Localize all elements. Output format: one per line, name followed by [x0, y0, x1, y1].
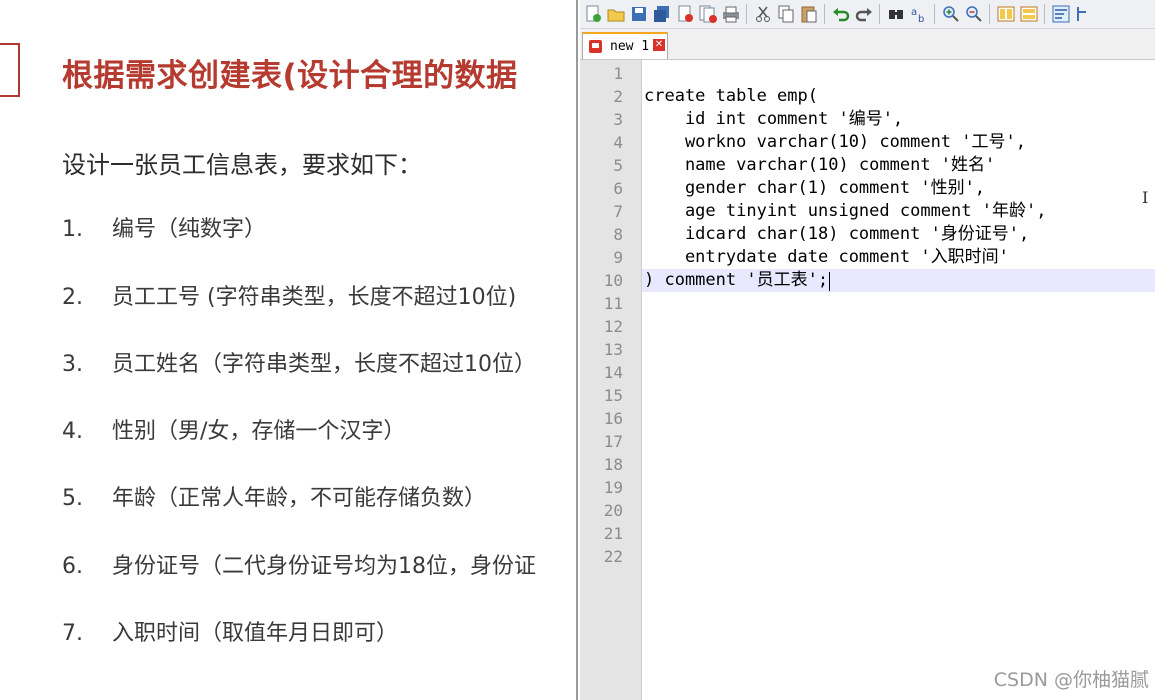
- line-number: 2: [613, 87, 623, 106]
- line-number: 11: [603, 294, 623, 313]
- line-number: 14: [603, 363, 623, 382]
- cut-icon[interactable]: [753, 4, 773, 24]
- document-tab-bar: new 1 ✕: [580, 29, 1155, 60]
- word-wrap-icon[interactable]: [1051, 4, 1071, 24]
- line-number: 4: [613, 133, 623, 152]
- requirement-text: 身份证号（二代身份证号均为18位，身份证: [112, 554, 536, 579]
- line-number: 20: [603, 501, 623, 520]
- svg-text:a: a: [911, 7, 917, 18]
- requirement-number: 7.: [62, 621, 83, 646]
- editor-toolbar: ab: [580, 0, 1155, 29]
- requirement-text: 性别（男/女，存储一个汉字）: [112, 419, 406, 444]
- requirement-text: 员工姓名（字符串类型，长度不超过10位）: [112, 352, 536, 377]
- sync-vertical-icon[interactable]: [996, 4, 1016, 24]
- line-number: 21: [603, 524, 623, 543]
- line-number: 19: [603, 478, 623, 497]
- lecture-slide: 根据需求创建表(设计合理的数据 设计一张员工信息表，要求如下： 1. 编号（纯数字…: [0, 0, 580, 700]
- undo-icon[interactable]: [831, 4, 851, 24]
- code-text-area[interactable]: create table emp( id int comment '编号', w…: [642, 60, 1155, 700]
- close-icon[interactable]: [675, 4, 695, 24]
- unsaved-file-icon: [589, 40, 602, 53]
- requirement-item: 2. 员工工号 (字符串类型，长度不超过10位): [62, 279, 516, 311]
- watermark: CSDN @你柚猫腻: [993, 669, 1149, 691]
- line-number: 9: [613, 248, 623, 267]
- requirement-text: 员工工号 (字符串类型，长度不超过10位): [112, 285, 517, 310]
- code-line: idcard char(18) comment '身份证号',: [644, 224, 1030, 244]
- line-number: 17: [603, 432, 623, 451]
- requirement-number: 1.: [62, 217, 83, 242]
- code-line: workno varchar(10) comment '工号',: [644, 132, 1026, 152]
- new-file-icon[interactable]: [583, 4, 603, 24]
- requirement-number: 2.: [62, 285, 83, 310]
- paste-icon[interactable]: [799, 4, 819, 24]
- code-line: age tinyint unsigned comment '年龄',: [644, 201, 1047, 221]
- line-number: 16: [603, 409, 623, 428]
- requirement-item: 4. 性别（男/女，存储一个汉字）: [62, 413, 405, 445]
- mouse-cursor-ibeam: I: [1142, 188, 1149, 207]
- line-number: 18: [603, 455, 623, 474]
- line-number: 13: [603, 340, 623, 359]
- requirement-number: 6.: [62, 554, 83, 579]
- save-all-icon[interactable]: [652, 4, 672, 24]
- requirement-number: 5.: [62, 486, 83, 511]
- copy-icon[interactable]: [776, 4, 796, 24]
- requirement-item: 6. 身份证号（二代身份证号均为18位，身份证: [62, 548, 536, 580]
- toolbar-separator: [746, 4, 747, 24]
- print-icon[interactable]: [721, 4, 741, 24]
- code-line: create table emp(: [644, 86, 818, 106]
- slide-title-marker: [0, 43, 20, 97]
- requirement-text: 入职时间（取值年月日即可）: [112, 621, 399, 646]
- line-number: 15: [603, 386, 623, 405]
- line-number: 6: [613, 179, 623, 198]
- toolbar-separator: [1044, 4, 1045, 24]
- requirement-item: 1. 编号（纯数字）: [62, 211, 266, 243]
- tab-new-1[interactable]: new 1 ✕: [582, 32, 668, 59]
- toolbar-separator: [989, 4, 990, 24]
- sync-horizontal-icon[interactable]: [1019, 4, 1039, 24]
- code-line: name varchar(10) comment '姓名': [644, 155, 996, 175]
- zoom-out-icon[interactable]: [964, 4, 984, 24]
- toolbar-separator: [879, 4, 880, 24]
- tab-label: new 1: [610, 39, 650, 54]
- redo-icon[interactable]: [854, 4, 874, 24]
- requirement-text: 年龄（正常人年龄，不可能存储负数）: [112, 486, 487, 511]
- toolbar-separator: [934, 4, 935, 24]
- requirement-item: 7. 入职时间（取值年月日即可）: [62, 615, 398, 647]
- code-line: id int comment '编号',: [644, 109, 904, 129]
- text-editor-window: ab new 1 ✕ 1 2 3 4 5 6 7 8 9 10 11 12 13 14 15 16 17 18 19…: [578, 0, 1155, 700]
- zoom-in-icon[interactable]: [941, 4, 961, 24]
- line-number: 3: [613, 110, 623, 129]
- svg-text:b: b: [918, 14, 924, 24]
- line-number: 5: [613, 156, 623, 175]
- requirement-text: 编号（纯数字）: [112, 217, 267, 242]
- requirement-item: 3. 员工姓名（字符串类型，长度不超过10位）: [62, 346, 536, 378]
- save-icon[interactable]: [629, 4, 649, 24]
- replace-icon[interactable]: ab: [909, 4, 929, 25]
- text-caret: [829, 272, 830, 291]
- line-number: 10: [603, 271, 623, 290]
- line-number-gutter: 1 2 3 4 5 6 7 8 9 10 11 12 13 14 15 16 17 18 19 20 21 22: [580, 60, 642, 700]
- code-line: entrydate date comment '入职时间': [644, 247, 1009, 267]
- line-number: 1: [613, 64, 623, 83]
- open-file-icon[interactable]: [606, 4, 626, 24]
- find-icon[interactable]: [886, 4, 906, 24]
- code-line: gender char(1) comment '性别',: [644, 178, 986, 198]
- toolbar-separator: [824, 4, 825, 24]
- requirement-item: 5. 年龄（正常人年龄，不可能存储负数）: [62, 480, 486, 512]
- requirement-number: 4.: [62, 419, 83, 444]
- line-number: 12: [603, 317, 623, 336]
- line-number: 7: [613, 202, 623, 221]
- line-number: 22: [603, 547, 623, 566]
- slide-subtitle: 设计一张员工信息表，要求如下：: [62, 151, 422, 179]
- line-number: 8: [613, 225, 623, 244]
- close-tab-icon[interactable]: ✕: [653, 39, 665, 51]
- code-line: ) comment '员工表';: [644, 270, 829, 290]
- slide-title: 根据需求创建表(设计合理的数据: [62, 58, 518, 94]
- indent-guide-icon[interactable]: [1074, 4, 1094, 24]
- close-all-icon[interactable]: [698, 4, 718, 24]
- requirement-number: 3.: [62, 352, 83, 377]
